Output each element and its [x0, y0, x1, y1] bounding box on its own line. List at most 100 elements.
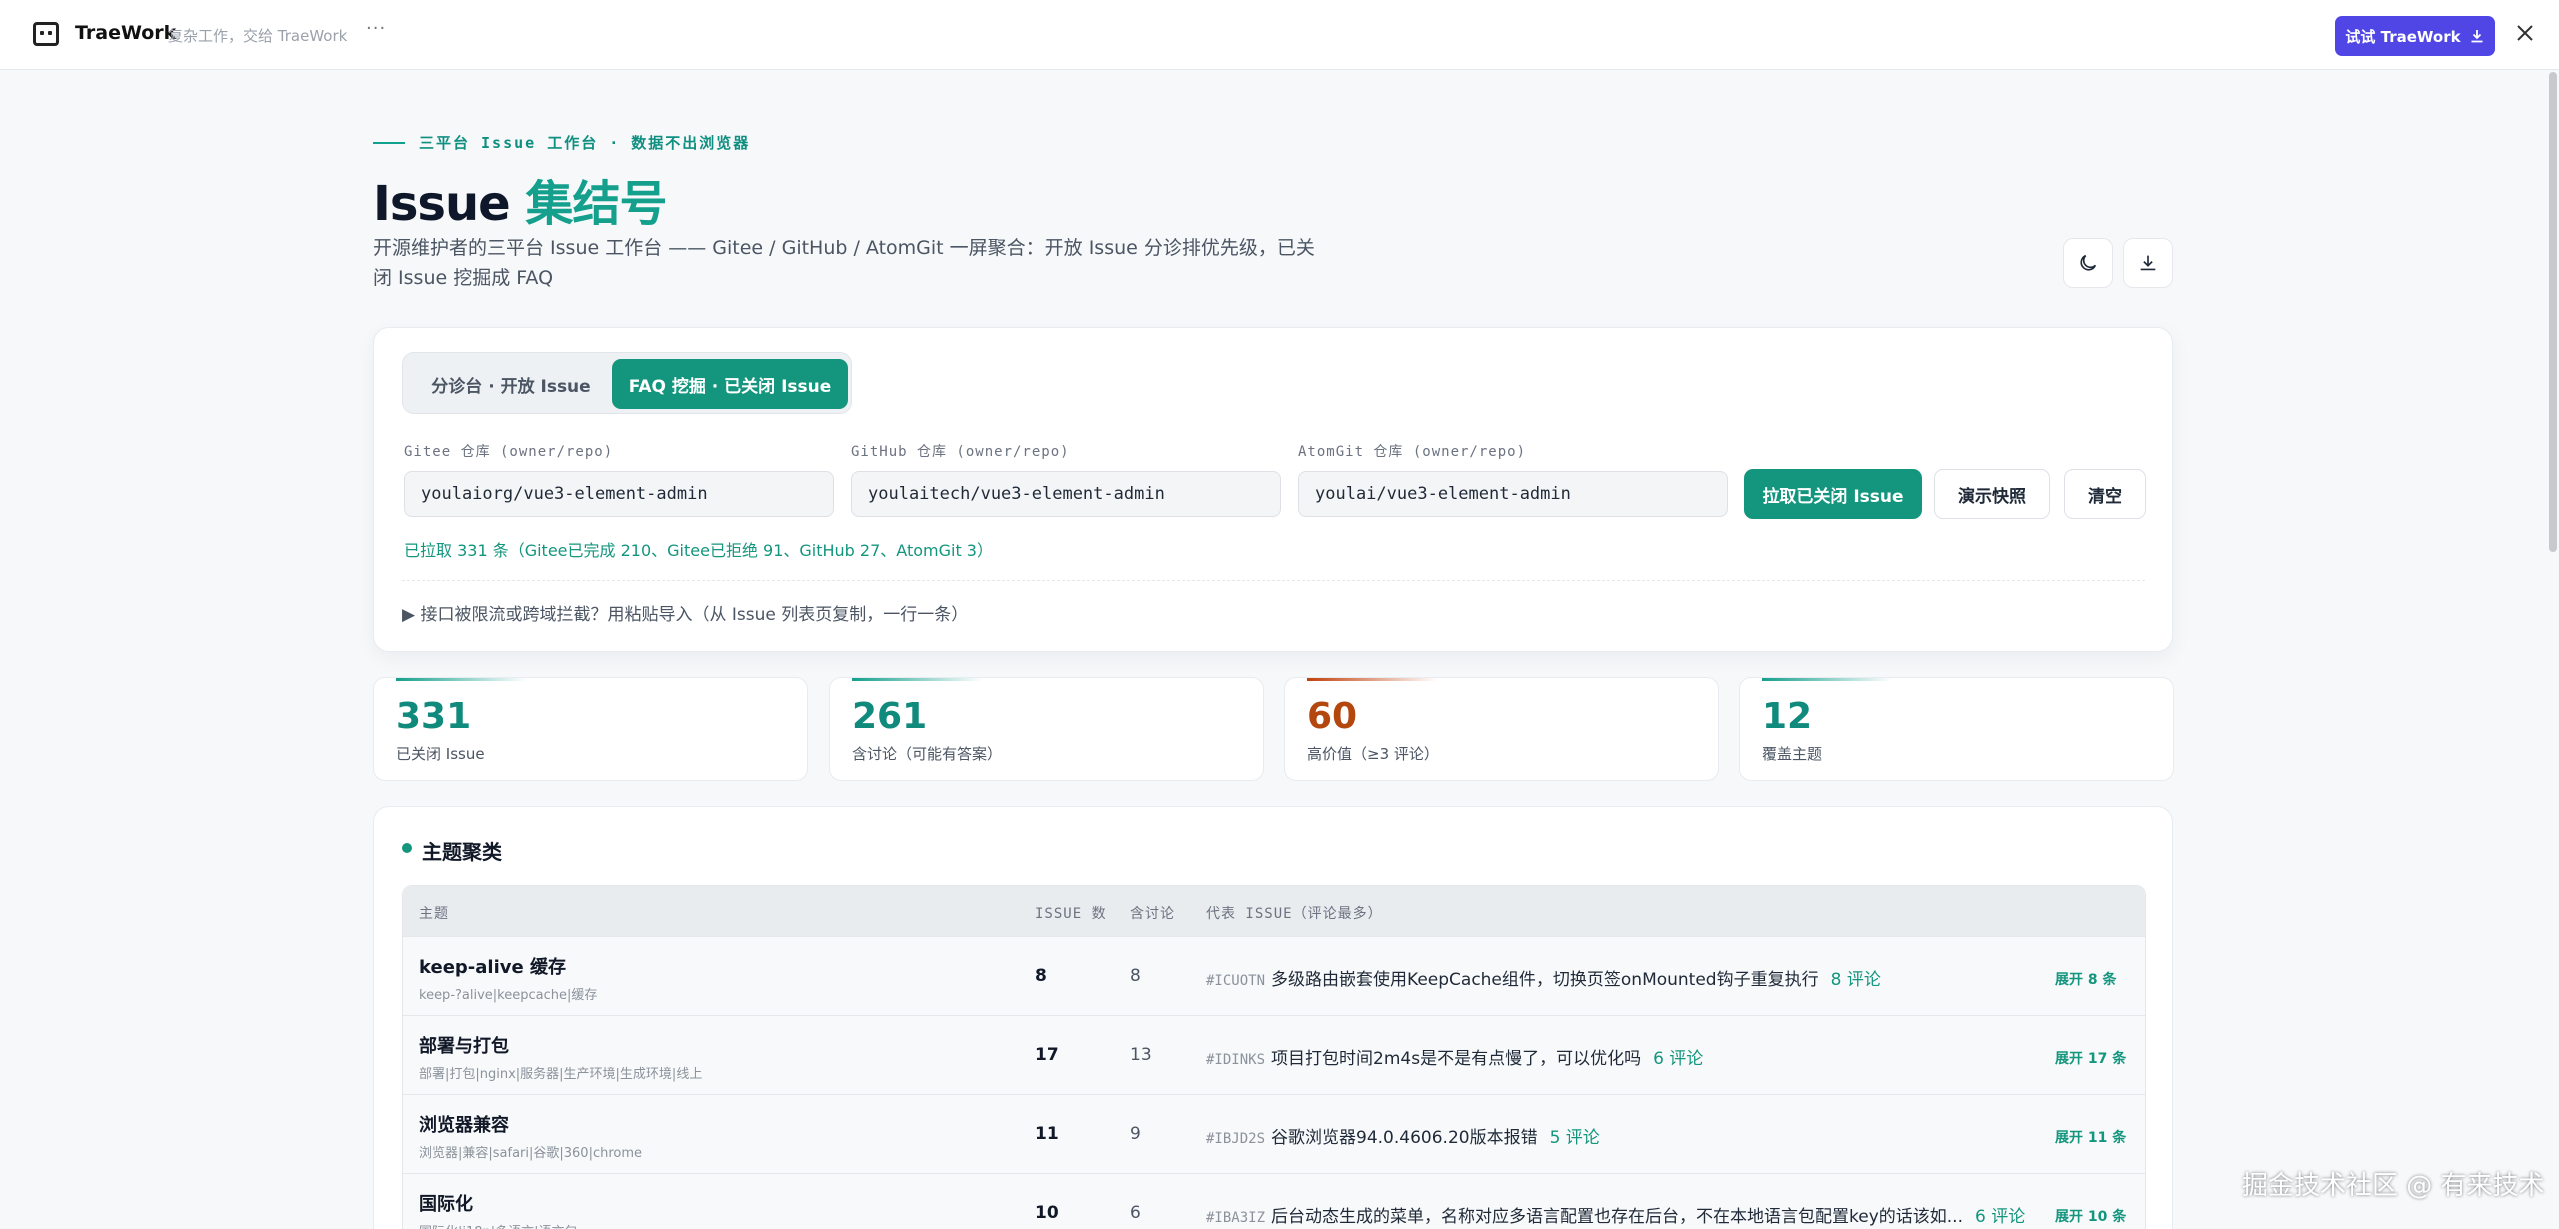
theme-toggle-button[interactable] — [2063, 238, 2113, 288]
github-repo-input[interactable]: youlaitech/vue3-element-admin — [851, 471, 1281, 517]
stat-value: 261 — [852, 696, 928, 737]
export-button[interactable] — [2123, 238, 2173, 288]
table-header: 主题 ISSUE 数 含讨论 代表 ISSUE（评论最多） — [403, 886, 2145, 936]
issue-id: #IBJD2S — [1206, 1131, 1266, 1147]
comment-count: 5 评论 — [1549, 1128, 1600, 1148]
stat-accent-bar — [1762, 678, 1892, 681]
topic-name: 部署与打包 — [419, 1036, 509, 1057]
brand-name: TraeWork — [75, 22, 177, 44]
topic-keywords: 浏览器|兼容|safari|谷歌|360|chrome — [419, 1146, 643, 1161]
topic-keywords: 部署|打包|nginx|服务器|生产环境|生成环境|线上 — [419, 1067, 703, 1082]
stat-label: 含讨论（可能有答案） — [852, 745, 1003, 763]
section-title: 主题聚类 — [422, 840, 502, 864]
mode-tabs: 分诊台 · 开放 Issue FAQ 挖掘 · 已关闭 Issue — [402, 352, 852, 414]
stat-accent-bar — [1307, 678, 1437, 681]
column-header-issue-count: ISSUE 数 — [1035, 906, 1107, 922]
representative-issue[interactable]: #IBJD2S 谷歌浏览器94.0.4606.20版本报错 5 评论 — [1206, 1123, 2026, 1148]
discussed-count: 8 — [1130, 966, 1141, 986]
issue-count: 8 — [1035, 966, 1047, 986]
tab-triage[interactable]: 分诊台 · 开放 Issue — [411, 359, 611, 409]
expand-button[interactable]: 展开 11 条 — [2055, 1127, 2126, 1147]
stat-label: 覆盖主题 — [1762, 745, 1823, 763]
tab-faq-mining[interactable]: FAQ 挖掘 · 已关闭 Issue — [612, 359, 848, 409]
topic-name: 国际化 — [419, 1194, 473, 1215]
brand-tagline: 复杂工作，交给 TraeWork — [168, 27, 348, 45]
demo-snapshot-button[interactable]: 演示快照 — [1934, 469, 2050, 519]
stat-card-closed: 331 已关闭 Issue — [373, 677, 808, 781]
column-header-topic: 主题 — [419, 906, 449, 922]
issue-title: 项目打包时间2m4s是不是有点慢了，可以优化吗 — [1271, 1049, 1642, 1069]
table-row: 浏览器兼容 浏览器|兼容|safari|谷歌|360|chrome 11 9 #… — [403, 1094, 2145, 1173]
issue-id: #IBA3IZ — [1206, 1210, 1266, 1226]
atomgit-repo-input[interactable]: youlai/vue3-element-admin — [1298, 471, 1728, 517]
close-icon[interactable] — [2512, 20, 2538, 46]
try-traework-button[interactable]: 试试 TraeWork — [2335, 16, 2495, 56]
page-title-accent: 集结号 — [525, 176, 667, 232]
table-row: 国际化 国际化|i18n|多语言|语言包 10 6 #IBA3IZ 后台动态生成的… — [403, 1173, 2145, 1229]
fetch-status: 已拉取 331 条（Gitee已完成 210、Gitee已拒绝 91、GitHu… — [404, 541, 993, 560]
download-icon — [2140, 255, 2156, 271]
page-subtitle: 开源维护者的三平台 Issue 工作台 —— Gitee / GitHub / … — [373, 237, 1315, 289]
topic-keywords: keep-?alive|keepcache|缓存 — [419, 988, 598, 1003]
representative-issue[interactable]: #IDINKS 项目打包时间2m4s是不是有点慢了，可以优化吗 6 评论 — [1206, 1044, 2026, 1069]
issue-title: 后台动态生成的菜单，名称对应多语言配置也存在后台，不在本地语言包配置key的话该… — [1271, 1207, 1963, 1227]
clear-button[interactable]: 清空 — [2064, 469, 2146, 519]
issue-id: #IDINKS — [1206, 1052, 1266, 1068]
table-row: 部署与打包 部署|打包|nginx|服务器|生产环境|生成环境|线上 17 13… — [403, 1015, 2145, 1094]
stat-accent-bar — [852, 678, 982, 681]
moon-icon — [2080, 254, 2097, 271]
column-header-representative: 代表 ISSUE（评论最多） — [1206, 906, 1383, 922]
stat-card-topics: 12 覆盖主题 — [1739, 677, 2174, 781]
issue-count: 10 — [1035, 1203, 1059, 1223]
topic-name: keep-alive 缓存 — [419, 957, 566, 978]
section-dot-icon — [402, 843, 412, 853]
topic-table: 主题 ISSUE 数 含讨论 代表 ISSUE（评论最多） keep-alive… — [402, 885, 2146, 1229]
top-bar: TraeWork 复杂工作，交给 TraeWork ··· 试试 TraeWor… — [0, 0, 2559, 70]
discussed-count: 9 — [1130, 1124, 1141, 1144]
gitee-repo-label: Gitee 仓库 (owner/repo) — [404, 444, 614, 460]
expand-button[interactable]: 展开 10 条 — [2055, 1206, 2126, 1226]
expand-button[interactable]: 展开 8 条 — [2055, 969, 2117, 989]
github-repo-label: GitHub 仓库 (owner/repo) — [851, 444, 1070, 460]
topic-name: 浏览器兼容 — [419, 1115, 509, 1136]
stat-value: 331 — [396, 696, 472, 737]
expand-button[interactable]: 展开 17 条 — [2055, 1048, 2126, 1068]
page-scrollbar[interactable] — [2549, 72, 2557, 552]
panel-divider — [402, 580, 2145, 581]
more-options-button[interactable]: ··· — [366, 18, 386, 39]
column-header-discussed: 含讨论 — [1130, 906, 1175, 922]
fetch-closed-issues-button[interactable]: 拉取已关闭 Issue — [1744, 469, 1922, 519]
comment-count: 6 评论 — [1974, 1207, 2026, 1227]
control-panel: 分诊台 · 开放 Issue FAQ 挖掘 · 已关闭 Issue Gitee … — [373, 327, 2173, 652]
issue-count: 11 — [1035, 1124, 1059, 1144]
gitee-repo-input[interactable]: youlaiorg/vue3-element-admin — [404, 471, 834, 517]
issue-count: 17 — [1035, 1045, 1059, 1065]
stat-accent-bar — [396, 678, 526, 681]
hero-eyebrow: 三平台 Issue 工作台 · 数据不出浏览器 — [373, 132, 750, 153]
stat-card-high-value: 60 高价值（≥3 评论） — [1284, 677, 1719, 781]
page-title-main: Issue — [373, 176, 511, 232]
table-row: keep-alive 缓存 keep-?alive|keepcache|缓存 8… — [403, 936, 2145, 1015]
topic-clusters-panel: 主题聚类 主题 ISSUE 数 含讨论 代表 ISSUE（评论最多） keep-… — [373, 806, 2173, 1229]
issue-title: 多级路由嵌套使用KeepCache组件，切换页签onMounted钩子重复执行 — [1271, 970, 1819, 990]
eyebrow-line — [373, 141, 405, 144]
representative-issue[interactable]: #IBA3IZ 后台动态生成的菜单，名称对应多语言配置也存在后台，不在本地语言包配… — [1206, 1202, 2026, 1227]
discussed-count: 13 — [1130, 1045, 1152, 1065]
discussed-count: 6 — [1130, 1203, 1141, 1223]
comment-count: 6 评论 — [1653, 1049, 1704, 1069]
stat-value: 60 — [1307, 696, 1358, 737]
stat-value: 12 — [1762, 696, 1813, 737]
download-icon — [2471, 30, 2483, 43]
stat-label: 已关闭 Issue — [396, 745, 485, 763]
issue-id: #ICUOTN — [1206, 973, 1266, 989]
stat-card-discussed: 261 含讨论（可能有答案） — [829, 677, 1264, 781]
watermark-text: 掘金技术社区 @ 有来技术 — [2242, 1171, 2545, 1201]
traework-logo-icon — [33, 22, 59, 46]
page-title: Issue 集结号 — [373, 164, 667, 234]
try-traework-label: 试试 TraeWork — [2345, 27, 2461, 46]
paste-import-toggle[interactable]: ▶ 接口被限流或跨域拦截？用粘贴导入（从 Issue 列表页复制，一行一条） — [402, 600, 968, 625]
representative-issue[interactable]: #ICUOTN 多级路由嵌套使用KeepCache组件，切换页签onMounted… — [1206, 965, 2026, 990]
atomgit-repo-label: AtomGit 仓库 (owner/repo) — [1298, 444, 1527, 460]
issue-title: 谷歌浏览器94.0.4606.20版本报错 — [1271, 1128, 1538, 1148]
eyebrow-text: 三平台 Issue 工作台 · 数据不出浏览器 — [419, 134, 751, 152]
